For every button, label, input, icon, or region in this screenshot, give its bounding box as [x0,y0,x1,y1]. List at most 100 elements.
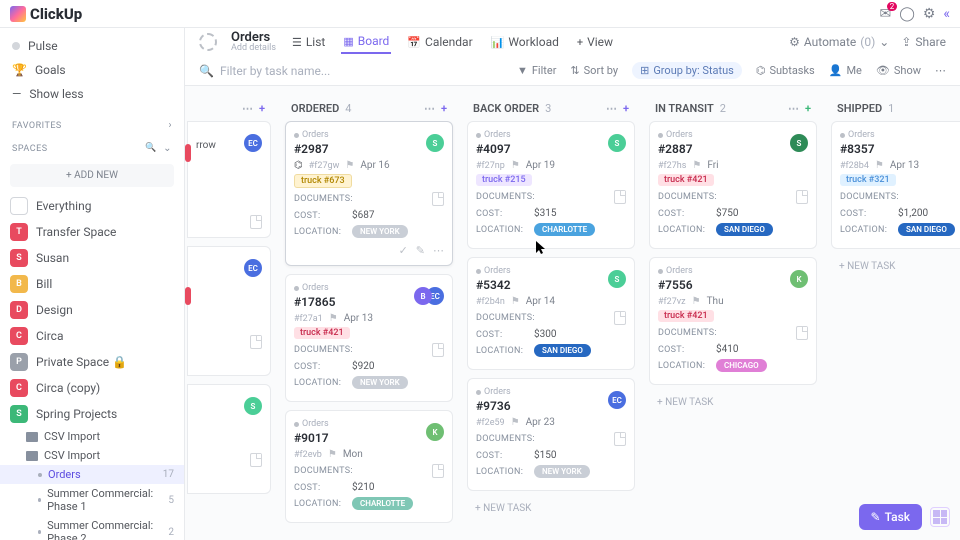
group-button[interactable]: ⊞Group by: Status [632,62,742,79]
location-pill[interactable]: CHARLOTTE [352,497,413,510]
favorites-header[interactable]: FAVORITES› [0,112,184,135]
page-subtitle[interactable]: Add details [231,44,276,53]
search-input[interactable]: 🔍Filter by task name... [199,64,330,78]
filter-button[interactable]: ▼Filter [517,64,556,77]
space-private[interactable]: PPrivate Space 🔒 [0,349,184,375]
document-icon[interactable] [614,190,626,204]
document-icon[interactable] [250,335,262,349]
location-pill[interactable]: NEW YORK [352,225,408,238]
tag[interactable]: truck #215 [476,174,532,186]
spaces-header[interactable]: SPACES🔍⌄ [0,135,184,158]
tag[interactable]: truck #673 [294,174,352,188]
tree-sc2[interactable]: Summer Commercial: Phase 22 [0,516,184,540]
more-icon[interactable]: ⋯ [433,244,444,257]
assignee-avatar[interactable]: B [414,287,432,305]
sidebar-goals[interactable]: 🏆Goals [0,58,184,82]
sort-button[interactable]: ⇅Sort by [570,64,618,77]
task-card[interactable]: K Orders #7556 #f27vz⚑Thu truck #421 Doc… [649,257,817,385]
task-card[interactable]: S Orders #2987 ⌬#f27gw⚑Apr 16 truck #673… [285,121,453,266]
more-icon[interactable]: ⋯ [242,102,253,115]
tree-orders[interactable]: Orders17 [0,465,184,484]
notifications-icon[interactable]: ✉2 [879,6,891,22]
document-icon[interactable] [614,311,626,325]
new-task-fab[interactable]: ✎Task [859,504,923,530]
assignee-avatar[interactable]: S [608,270,626,288]
tag[interactable]: truck #321 [840,174,896,186]
task-card[interactable]: EC Orders #9736 #f2e59⚑Apr 23 Documents:… [467,378,635,491]
edit-icon[interactable]: ✎ [416,244,425,257]
location-pill[interactable]: NEW YORK [534,465,590,478]
assignee-avatar[interactable]: EC [244,259,262,277]
new-task-button[interactable]: + NEW TASK [467,499,635,518]
add-view[interactable]: +View [575,31,615,53]
assignee-avatar[interactable]: EC [244,134,262,152]
space-susan[interactable]: SSusan [0,245,184,271]
settings-icon[interactable]: ⚙ [923,6,936,22]
task-card[interactable]: EC B Orders #17865 #f27a1⚑Apr 13 truck #… [285,274,453,402]
space-spring[interactable]: SSpring Projects [0,401,184,427]
view-board[interactable]: ▦Board [341,30,391,54]
assignee-avatar[interactable]: S [426,134,444,152]
task-card[interactable]: K Orders #9017 #f2evb⚑Mon Documents: COS… [285,410,453,523]
more-icon[interactable]: ⋯ [424,102,435,115]
plus-icon[interactable]: + [441,102,447,115]
list-color-icon[interactable] [199,33,217,51]
share-button[interactable]: ⇪Share [901,35,946,49]
document-icon[interactable] [432,343,444,357]
document-icon[interactable] [796,190,808,204]
assignee-avatar[interactable]: K [790,270,808,288]
add-new-space[interactable]: + ADD NEW [10,164,174,187]
plus-icon[interactable]: + [805,102,811,115]
assignee-avatar[interactable]: S [790,134,808,152]
task-card[interactable]: S Orders #2887 #f27hs⚑Fri truck #421 Doc… [649,121,817,249]
view-list[interactable]: ☰List [290,31,327,53]
tree-csv2[interactable]: CSV Import [0,446,184,465]
task-card[interactable]: S Orders #4097 #f27np⚑Apr 19 truck #215 … [467,121,635,249]
assignee-avatar[interactable]: EC [608,391,626,409]
location-pill[interactable]: CHARLOTTE [534,223,595,236]
new-task-button[interactable]: + NEW TASK [831,257,960,276]
tag[interactable]: truck #421 [658,174,714,186]
more-icon[interactable]: ⋯ [788,102,799,115]
app-logo[interactable]: ClickUp [10,5,82,23]
task-card[interactable]: EC [187,246,271,376]
more-icon[interactable]: ⋯ [935,64,946,77]
new-task-button[interactable]: + NEW TASK [649,393,817,412]
show-button[interactable]: 👁Show [876,64,921,77]
assignee-avatar[interactable]: S [244,397,262,415]
space-transfer[interactable]: TTransfer Space [0,219,184,245]
view-workload[interactable]: 📊Workload [489,31,561,53]
tag[interactable]: truck #421 [294,327,350,339]
tag[interactable]: truck #421 [658,310,714,322]
subtasks-button[interactable]: ⌬Subtasks [756,64,815,77]
subtask-icon[interactable]: ⌬ [294,160,303,171]
document-icon[interactable] [432,192,444,206]
sidebar-everything[interactable]: Everything [0,193,184,219]
document-icon[interactable] [250,453,262,467]
collapse-sidebar-icon[interactable]: « [943,6,950,22]
plus-icon[interactable]: + [623,102,629,115]
task-card[interactable]: S Orders #5342 #f2b4n⚑Apr 14 Documents: … [467,257,635,370]
document-icon[interactable] [432,464,444,478]
me-button[interactable]: 👤Me [829,64,862,77]
location-pill[interactable]: CHICAGO [716,359,767,372]
space-bill[interactable]: BBill [0,271,184,297]
location-pill[interactable]: SAN DIEGO [716,223,773,236]
space-circa[interactable]: CCirca [0,323,184,349]
flag-icon[interactable]: ⚑ [345,160,354,171]
space-circa-copy[interactable]: CCirca (copy) [0,375,184,401]
record-icon[interactable]: ◯ [899,6,915,22]
location-pill[interactable]: SAN DIEGO [898,223,955,236]
task-card[interactable]: S [187,384,271,494]
document-icon[interactable] [250,215,262,229]
sidebar-showless[interactable]: —Show less [0,82,184,106]
assignee-avatar[interactable]: K [426,423,444,441]
location-pill[interactable]: NEW YORK [352,376,408,389]
sidebar-pulse[interactable]: Pulse [0,34,184,58]
automate-button[interactable]: ⚙Automate(0)⌄ [789,35,889,49]
apps-grid-button[interactable] [930,507,950,527]
more-icon[interactable]: ⋯ [606,102,617,115]
plus-icon[interactable]: + [259,102,265,115]
location-pill[interactable]: SAN DIEGO [534,344,591,357]
assignee-avatar[interactable]: S [608,134,626,152]
